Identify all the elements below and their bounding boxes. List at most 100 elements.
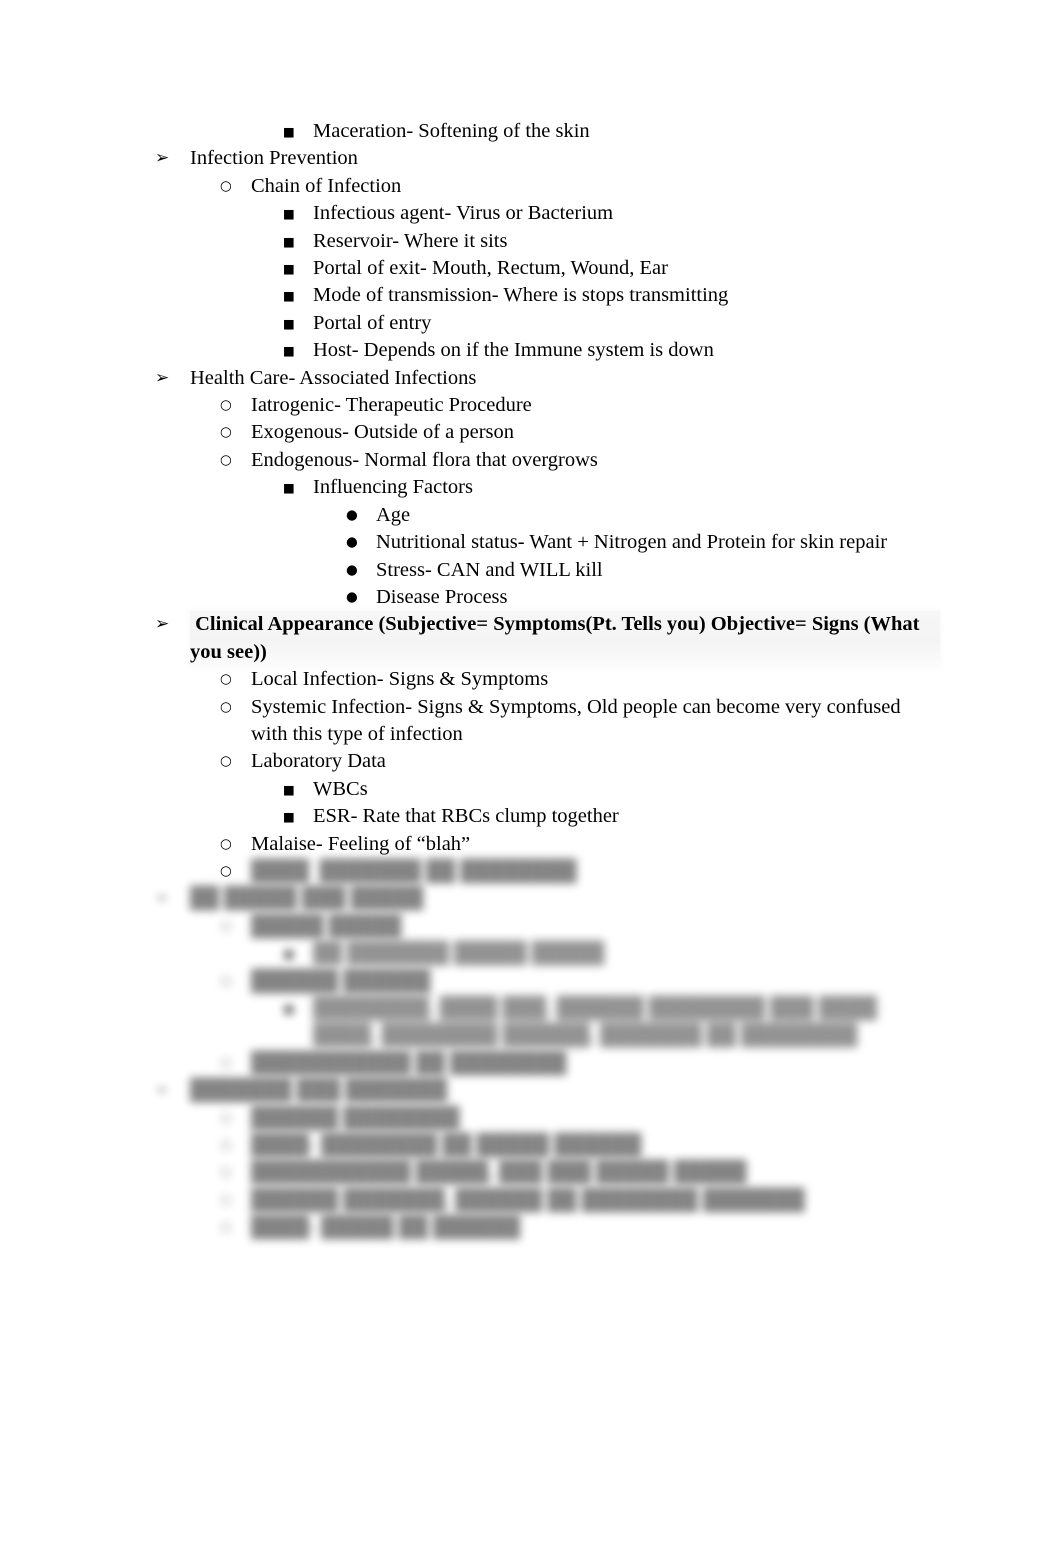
- outline-item-text: Clinical Appearance (Subjective= Symptom…: [190, 611, 940, 667]
- outline-item-text: Infectious agent- Virus or Bacterium: [313, 202, 614, 225]
- bullet-level-2-icon: ○: [220, 1219, 232, 1236]
- outline-item-text: ESR- Rate that RBCs clump together: [313, 805, 619, 828]
- bullet-level-4-icon: ●: [346, 588, 358, 605]
- outline-item: ■ ESR- Rate that RBCs clump together: [150, 803, 940, 830]
- bullet-level-2-icon: ○: [220, 451, 232, 468]
- bullet-level-2-icon: ○: [220, 862, 232, 879]
- outline-item-text: WBCs: [313, 777, 368, 800]
- outline-item: ■ Influencing Factors: [150, 474, 940, 501]
- outline-item-text: Nutritional status- Want + Nitrogen and …: [376, 531, 888, 554]
- outline-item: ○ Endogenous- Normal flora that overgrows: [150, 447, 940, 474]
- bullet-level-2-icon: ○: [220, 177, 232, 194]
- outline-item-text: ██████ ██████: [251, 969, 431, 992]
- bullet-level-3-icon: ■: [283, 288, 295, 304]
- outline-item-text: Endogenous- Normal flora that overgrows: [251, 448, 598, 471]
- bullet-level-4-icon: ●: [346, 506, 358, 523]
- outline-item-text: Malaise- Feeling of “blah”: [251, 832, 471, 855]
- outline-item-text: Disease Process: [376, 585, 508, 608]
- bullet-level-1-icon: ➢: [155, 1080, 170, 1101]
- bullet-level-2-icon: ○: [220, 1054, 232, 1071]
- outline-item: ■ Mode of transmission- Where is stops tr…: [150, 282, 940, 309]
- bullet-level-2-icon: ○: [220, 1191, 232, 1208]
- outline-list: ■ Maceration- Softening of the skin ➢ Infec…: [150, 118, 940, 1242]
- outline-item-text: Host- Depends on if the Immune system is…: [313, 339, 714, 362]
- bullet-level-2-icon: ○: [220, 1137, 232, 1154]
- outline-item: ○ Systemic Infection- Signs & Symptoms, O…: [150, 694, 940, 749]
- outline-item-text: ██ ███████ █████ █████: [313, 942, 605, 965]
- outline-item-text: ██ █████ ███ █████: [190, 887, 424, 910]
- outline-item-text: Exogenous- Outside of a person: [251, 421, 515, 444]
- document-page: ■ Maceration- Softening of the skin ➢ Infec…: [0, 0, 1062, 1556]
- outline-item: ■ Portal of entry: [150, 310, 940, 337]
- bullet-level-2-icon: ○: [220, 1109, 232, 1126]
- outline-item: ■ ████████, ████ ███, ██████ ████████ ███…: [150, 995, 940, 1050]
- bullet-level-4-icon: ●: [346, 534, 358, 551]
- outline-item: ■ Infectious agent- Virus or Bacterium: [150, 200, 940, 227]
- outline-item-text: ████ ███████ ██ ████████: [251, 859, 577, 882]
- bullet-level-3-icon: ■: [283, 946, 295, 962]
- outline-item-text: Reservoir- Where it sits: [313, 229, 508, 252]
- bullet-level-1-icon: ➢: [155, 614, 170, 635]
- outline-item-text: Influencing Factors: [313, 476, 473, 499]
- outline-item: ○ ████- ████████ ██ █████ ██████: [150, 1132, 940, 1159]
- bullet-level-3-icon: ■: [283, 261, 295, 277]
- outline-item-text: ███████████ █████, ███ ███ █████ █████: [251, 1161, 747, 1184]
- outline-item: ➢ ██ █████ ███ █████: [150, 885, 940, 912]
- outline-item-text: Chain of Infection: [251, 174, 402, 197]
- bullet-level-3-icon: ■: [283, 206, 295, 222]
- outline-item: ● Disease Process: [150, 584, 940, 611]
- outline-item-text: Stress- CAN and WILL kill: [376, 558, 603, 581]
- bullet-level-2-icon: ○: [220, 835, 232, 852]
- bullet-level-3-icon: ■: [283, 480, 295, 496]
- outline-item: ■ Reservoir- Where it sits: [150, 228, 940, 255]
- bullet-level-3-icon: ■: [283, 781, 295, 797]
- bullet-level-3-icon: ■: [283, 809, 295, 825]
- bullet-level-1-icon: ➢: [155, 148, 170, 169]
- outline-item: ● Age: [150, 502, 940, 529]
- outline-item: ○ Iatrogenic- Therapeutic Procedure: [150, 392, 940, 419]
- bullet-level-2-icon: ○: [220, 671, 232, 688]
- outline-item: ○ Malaise- Feeling of “blah”: [150, 831, 940, 858]
- outline-item: ○ ████- █████ ██ ██████: [150, 1214, 940, 1241]
- outline-item-text: Age: [376, 503, 411, 526]
- outline-item: ○ █████ █████: [150, 913, 940, 940]
- outline-item-text: ██████ ████████: [251, 1106, 460, 1129]
- outline-item-text: ███████████ ██ ████████: [251, 1051, 567, 1074]
- bullet-level-1-icon: ➢: [155, 367, 170, 388]
- outline-item-text: Portal of entry: [313, 311, 432, 334]
- outline-item-text: Infection Prevention: [190, 147, 358, 170]
- outline-item: ■ Host- Depends on if the Immune system i…: [150, 337, 940, 364]
- outline-item-text: ████- ████████ ██ █████ ██████: [251, 1134, 642, 1157]
- outline-item: ➢ ███████ ███ ███████: [150, 1077, 940, 1104]
- bullet-level-2-icon: ○: [220, 972, 232, 989]
- bullet-level-2-icon: ○: [220, 917, 232, 934]
- bullet-level-4-icon: ●: [346, 561, 358, 578]
- outline-item: ○ ████ ███████ ██ ████████: [150, 858, 940, 885]
- outline-item-text: Portal of exit- Mouth, Rectum, Wound, Ea…: [313, 257, 668, 280]
- bullet-level-3-icon: ■: [283, 233, 295, 249]
- bullet-level-2-icon: ○: [220, 397, 232, 414]
- bullet-level-2-icon: ○: [220, 1164, 232, 1181]
- outline-item-text: ████- █████ ██ ██████: [251, 1216, 521, 1239]
- outline-item: ➢ Health Care- Associated Infections: [150, 365, 940, 392]
- outline-item-text: Iatrogenic- Therapeutic Procedure: [251, 394, 532, 417]
- outline-item: ■ Portal of exit- Mouth, Rectum, Wound, E…: [150, 255, 940, 282]
- outline-item: ● Nutritional status- Want + Nitrogen and…: [150, 529, 940, 556]
- outline-item-text: ████████, ████ ███, ██████ ████████ ███ …: [313, 997, 882, 1047]
- outline-item-text: Local Infection- Signs & Symptoms: [251, 668, 549, 691]
- outline-item: ○ Laboratory Data: [150, 748, 940, 775]
- outline-item-text: █████ █████: [251, 914, 402, 937]
- outline-item: ● Stress- CAN and WILL kill: [150, 557, 940, 584]
- outline-item: ○ Local Infection- Signs & Symptoms: [150, 666, 940, 693]
- outline-item: ■ Maceration- Softening of the skin: [150, 118, 940, 145]
- bullet-level-2-icon: ○: [220, 424, 232, 441]
- outline-item: ➢ Clinical Appearance (Subjective= Sympt…: [150, 611, 940, 667]
- bullet-level-3-icon: ■: [283, 124, 295, 139]
- bullet-level-2-icon: ○: [220, 698, 232, 715]
- outline-item-text: Health Care- Associated Infections: [190, 366, 477, 389]
- outline-item: ■ WBCs: [150, 776, 940, 803]
- outline-item: ○ Exogenous- Outside of a person: [150, 419, 940, 446]
- bullet-level-2-icon: ○: [220, 753, 232, 770]
- outline-item: ○ ██████ ██████: [150, 968, 940, 995]
- outline-item: ○ ██████ ███████, ██████ ██ ████████ ████…: [150, 1187, 940, 1214]
